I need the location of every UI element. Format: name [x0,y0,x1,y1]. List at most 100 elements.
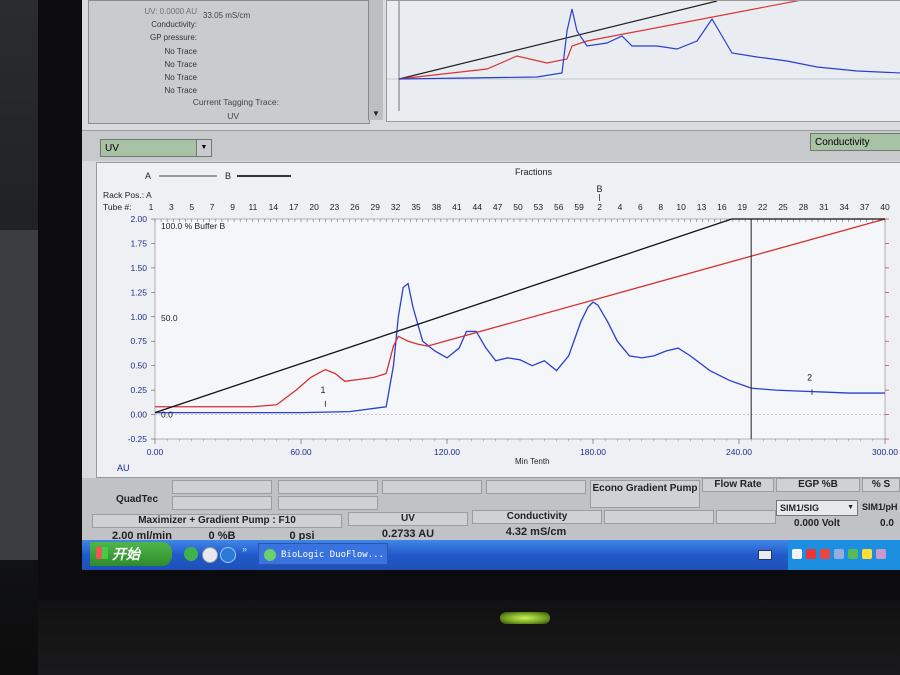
tube-number: 26 [350,202,360,212]
power-led-icon [500,612,550,624]
status-labels: UV: 0.0000 AU Conductivity: GP pressure:… [89,5,197,97]
overview-uv-line [398,8,900,80]
x-tick-label: 0.00 [147,447,164,457]
tray-network-icon[interactable] [792,549,802,559]
y-tick-label: 1.50 [130,263,147,273]
tube-number: 37 [860,202,870,212]
x-tick-label: 180.00 [580,447,606,457]
tray-volume-icon[interactable] [862,549,872,559]
empty-header-6 [486,480,586,494]
tube-number: 53 [534,202,544,212]
x-tick-label: 300.00 [872,447,898,457]
conductivity-header: Conductivity [472,510,602,524]
sim2-value: 0.0 [880,518,894,529]
tray-ime-icon[interactable] [876,549,886,559]
trace-select-right[interactable]: Conductivity [810,133,900,151]
x-axis-label: Min Tenth [515,457,550,466]
tube-number: 1 [149,202,154,212]
tube-number: 7 [210,202,215,212]
empty-header-4 [278,496,378,510]
instrument-status-panel: QuadTec Econo Gradient Pump Flow Rate EG… [82,478,900,542]
chromatogram-panel: A B Fractions Rack Pos.: A Tube #: 13579… [96,162,900,478]
x-tick-label: 120.00 [434,447,460,457]
tube-number: 29 [371,202,381,212]
overview-chart [386,0,900,122]
peak-marker-1: 1 [320,385,325,395]
tray-update-icon[interactable] [848,549,858,559]
mid-annotation: 50.0 [161,313,178,323]
sim-select-value: SIM1/SIG [780,503,820,513]
tube-number: 35 [411,202,421,212]
empty-header-5 [382,480,482,494]
tray-antivirus-icon[interactable] [806,549,816,559]
tube-number: 5 [189,202,194,212]
quick-launch-desktop-icon[interactable] [202,547,218,563]
device-name: QuadTec [115,494,159,505]
quick-launch-ie-icon[interactable] [220,547,236,563]
empty-header-2 [172,496,272,510]
tube-number: 11 [249,202,258,212]
y-tick-label: -0.25 [128,434,148,444]
tube-number: 2 [597,202,602,212]
taskbar: 开始 » BioLogic DuoFlow... [82,540,900,570]
no-trace-2: No Trace [164,59,197,69]
tube-number: 32 [391,202,401,212]
y-axis-unit-label: AU [117,463,130,473]
y-tick-label: 2.00 [130,214,147,224]
app-icon [264,549,276,561]
quick-launch-browser-icon[interactable] [184,547,198,561]
y-tick-label: 1.25 [130,287,147,297]
tube-number: 41 [452,202,462,212]
taskbar-app-label: BioLogic DuoFlow... [281,550,384,560]
trace-select-left[interactable]: UV ▼ [100,139,212,157]
scroll-down-icon[interactable]: ▼ [372,109,380,118]
tube-number: 23 [330,202,340,212]
taskbar-app-button[interactable]: BioLogic DuoFlow... [258,543,388,565]
zero-annotation: 0.0 [161,410,173,420]
trace-selector-row: UV ▼ Conductivity [82,130,900,161]
tube-number: 56 [554,202,564,212]
tube-number: 44 [472,202,482,212]
tube-number: 28 [799,202,809,212]
overview-buffer-line [398,0,718,80]
egp-percent-b-header: EGP %B [776,478,860,492]
screen: UV: 0.0000 AU Conductivity: GP pressure:… [82,0,900,570]
status-scrollbar[interactable]: ▼ [368,0,383,120]
tube-number: 40 [880,202,890,212]
start-button[interactable]: 开始 [90,542,172,566]
pump-header: Maximizer + Gradient Pump : F10 [92,514,342,528]
current-tagging-value: UV [227,111,239,121]
system-tray [788,540,900,570]
trace-select-left-value: UV [105,143,119,154]
tube-number: 59 [574,202,584,212]
chromatogram-svg[interactable]: 1 3 5 7 9 11 14 17 20 23 26 29 32 35 38 41 44 47 50 53 56 59 2… [97,163,900,477]
trace-select-right-value: Conductivity [815,137,870,148]
tube-number: 38 [432,202,442,212]
y-tick-label: 0.00 [130,410,147,420]
monitor-cable [0,230,40,560]
quick-launch-more-icon[interactable]: » [242,544,247,554]
no-trace-1: No Trace [164,46,197,56]
chevron-down-icon[interactable]: ▼ [196,140,211,156]
tube-number: 9 [230,202,235,212]
empty-header-8 [716,510,776,524]
tube-number: 10 [676,202,686,212]
keyboard-icon[interactable] [758,550,772,560]
chevron-down-icon[interactable]: ▼ [847,501,854,515]
y-tick-label: 0.50 [130,361,147,371]
no-trace-4: No Trace [164,86,197,96]
overview-svg [387,0,900,111]
tube-number: 3 [169,202,174,212]
y-tick-label: 1.75 [130,238,147,248]
tray-security-icon[interactable] [834,549,844,559]
rack-b-marker: B [597,184,603,194]
y-tick-label: 1.00 [130,312,147,322]
tray-shield-icon[interactable] [820,549,830,559]
sim-select[interactable]: SIM1/SIG ▼ [776,500,858,516]
sim-value: 0.000 Volt [794,518,840,529]
status-partial: UV: 0.0000 AU [144,7,197,16]
tube-number: 25 [778,202,788,212]
sim2-label: SIM1/pH [862,502,898,512]
tube-number: 20 [309,202,319,212]
monitor-bottom-bezel [38,600,900,675]
